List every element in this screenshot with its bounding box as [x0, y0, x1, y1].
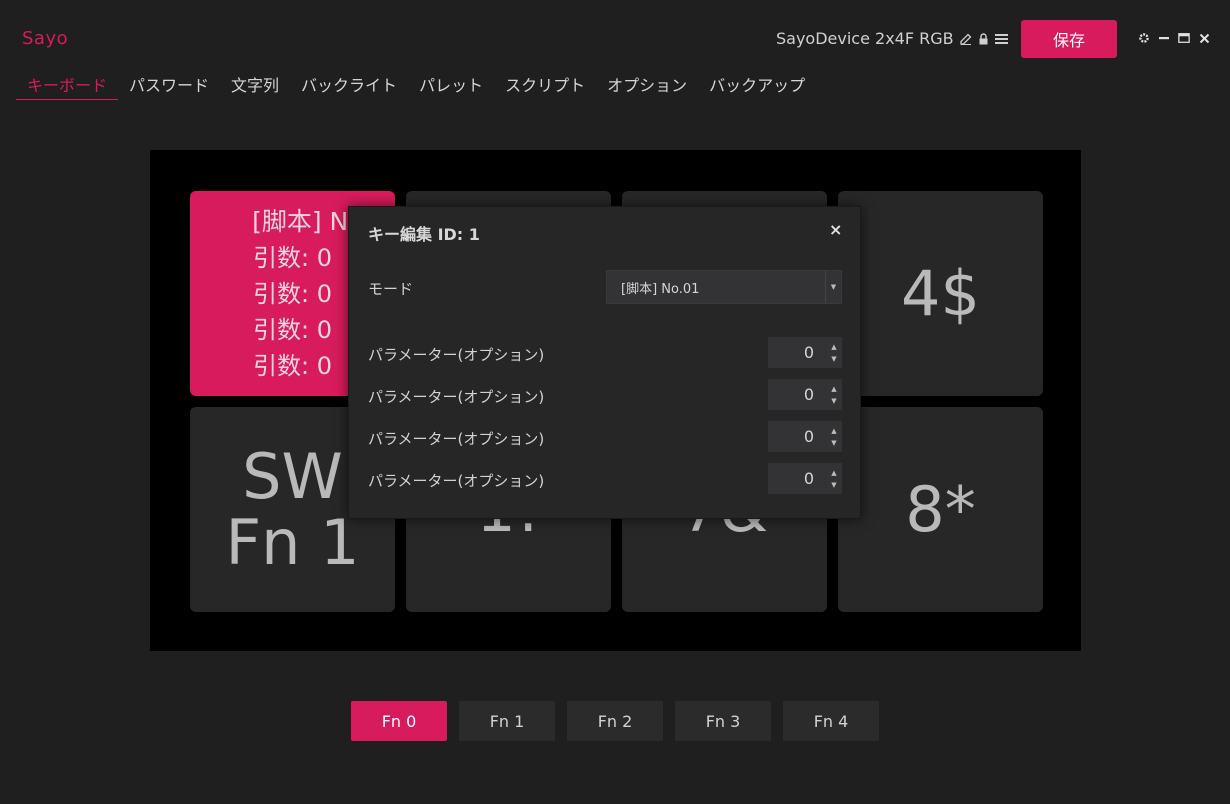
- tab-options[interactable]: オプション: [596, 70, 698, 100]
- edit-icon[interactable]: [959, 33, 972, 45]
- param-stepper[interactable]: 0 ▲ ▼: [768, 463, 842, 494]
- param-label: パラメーター(オプション): [368, 346, 545, 364]
- maximize-icon[interactable]: [1178, 30, 1190, 46]
- app-logo: Sayo: [22, 28, 69, 49]
- param-value: 0: [803, 385, 814, 404]
- tab-backup[interactable]: バックアップ: [698, 70, 816, 100]
- fn-4-button[interactable]: Fn 4: [783, 701, 879, 741]
- menu-icon[interactable]: [994, 33, 1008, 45]
- mode-value: [脚本] No.01: [621, 281, 700, 297]
- tab-palette[interactable]: パレット: [408, 70, 494, 100]
- main-tabs: キーボード パスワード 文字列 バックライト パレット スクリプト オプション …: [16, 70, 816, 100]
- key-arg-label: 引数: 0: [253, 351, 332, 380]
- chevron-down-icon[interactable]: ▼: [831, 439, 836, 447]
- param-stepper[interactable]: 0 ▲ ▼: [768, 337, 842, 368]
- fn-layer-selector: Fn 0 Fn 1 Fn 2 Fn 3 Fn 4: [351, 701, 879, 741]
- lock-icon[interactable]: [978, 32, 989, 45]
- mode-select[interactable]: [脚本] No.01 ▼: [606, 270, 842, 304]
- key-label: 8*: [905, 472, 976, 546]
- chevron-down-icon: ▼: [825, 271, 841, 303]
- device-name: SayoDevice 2x4F RGB: [776, 29, 954, 48]
- param-stepper[interactable]: 0 ▲ ▼: [768, 379, 842, 410]
- tab-backlight[interactable]: バックライト: [290, 70, 408, 100]
- key-arg-label: 引数: 0: [253, 279, 332, 308]
- chevron-down-icon[interactable]: ▼: [831, 481, 836, 489]
- param-value: 0: [803, 427, 814, 446]
- key-edit-dialog: キー編集 ID: 1 × モード [脚本] No.01 ▼ パラメーター(オプシ…: [348, 206, 861, 519]
- device-title-bar: SayoDevice 2x4F RGB: [776, 29, 1008, 48]
- key-arg-label: 引数: 0: [253, 243, 332, 272]
- fn-0-button[interactable]: Fn 0: [351, 701, 447, 741]
- tab-password[interactable]: パスワード: [118, 70, 220, 100]
- gear-icon[interactable]: [1138, 30, 1150, 46]
- tab-script[interactable]: スクリプト: [494, 70, 596, 100]
- key-label: SW: [242, 440, 343, 514]
- window-controls: [1138, 30, 1210, 46]
- chevron-up-icon[interactable]: ▲: [831, 427, 836, 435]
- param-stepper[interactable]: 0 ▲ ▼: [768, 421, 842, 452]
- chevron-up-icon[interactable]: ▲: [831, 343, 836, 351]
- param-value: 0: [803, 343, 814, 362]
- fn-2-button[interactable]: Fn 2: [567, 701, 663, 741]
- minimize-icon[interactable]: [1158, 30, 1170, 46]
- key-arg-label: 引数: 0: [253, 315, 332, 344]
- param-label: パラメーター(オプション): [368, 472, 545, 490]
- param-label: パラメーター(オプション): [368, 388, 545, 406]
- dialog-title: キー編集 ID: 1: [368, 225, 480, 244]
- mode-label: モード: [368, 280, 414, 298]
- tab-string[interactable]: 文字列: [220, 70, 290, 100]
- key-4[interactable]: 4$: [838, 191, 1043, 396]
- param-value: 0: [803, 469, 814, 488]
- tab-keyboard[interactable]: キーボード: [16, 70, 119, 100]
- key-label: Fn 1: [225, 505, 360, 579]
- chevron-up-icon[interactable]: ▲: [831, 385, 836, 393]
- save-button[interactable]: 保存: [1021, 20, 1117, 58]
- key-8[interactable]: 8*: [838, 407, 1043, 612]
- close-icon[interactable]: ×: [829, 220, 842, 239]
- chevron-up-icon[interactable]: ▲: [831, 469, 836, 477]
- fn-3-button[interactable]: Fn 3: [675, 701, 771, 741]
- chevron-down-icon[interactable]: ▼: [831, 355, 836, 363]
- fn-1-button[interactable]: Fn 1: [459, 701, 555, 741]
- chevron-down-icon[interactable]: ▼: [831, 397, 836, 405]
- key-label: 4$: [901, 256, 980, 330]
- param-label: パラメーター(オプション): [368, 430, 545, 448]
- close-icon[interactable]: [1198, 30, 1210, 46]
